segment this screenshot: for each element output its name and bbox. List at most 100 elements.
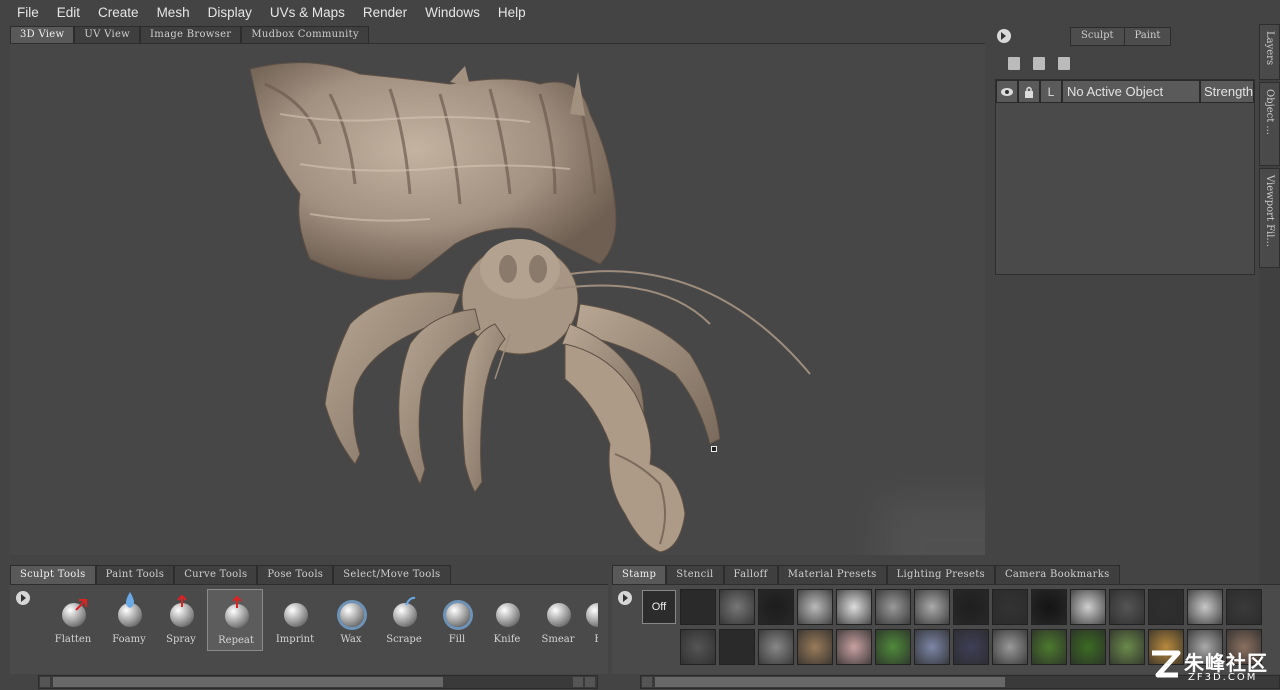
tab-sculpt-tools[interactable]: Sculpt Tools <box>10 565 96 584</box>
scroll-right-icon[interactable] <box>585 677 595 687</box>
stamp-thumbnail[interactable] <box>797 589 833 625</box>
stamp-scroll-left-icon[interactable] <box>642 677 652 687</box>
tools-scrollbar[interactable] <box>38 675 598 689</box>
delete-layer-icon[interactable] <box>1033 57 1045 70</box>
eye-icon[interactable] <box>996 80 1018 103</box>
tool-repeat[interactable]: Repeat <box>207 589 263 651</box>
stamp-thumbnail[interactable] <box>758 589 794 625</box>
tab-stencil[interactable]: Stencil <box>666 565 724 584</box>
sculpt-paint-switch: Sculpt Paint <box>1070 27 1172 46</box>
menu-create[interactable]: Create <box>89 5 148 20</box>
stamp-thumbnail[interactable] <box>1109 589 1145 625</box>
stamp-thumbnail[interactable] <box>992 629 1028 665</box>
collapse-arrow-icon[interactable] <box>997 29 1011 43</box>
stamp-thumbnail[interactable] <box>1226 589 1262 625</box>
tab-image-browser[interactable]: Image Browser <box>140 26 242 43</box>
tab-falloff[interactable]: Falloff <box>723 565 778 584</box>
tab-mudbox-community[interactable]: Mudbox Community <box>241 26 369 43</box>
tab-paint[interactable]: Paint <box>1124 28 1171 45</box>
tab-curve-tools[interactable]: Curve Tools <box>174 565 258 584</box>
tools-scroll-thumb[interactable] <box>53 677 443 687</box>
repeat-accent-icon <box>232 596 242 608</box>
menu-display[interactable]: Display <box>199 5 261 20</box>
tool-scrape-label: Scrape <box>386 634 422 645</box>
stamp-thumbnail[interactable] <box>1031 629 1067 665</box>
sculpt-tools-shelf: Flatten Foamy Spray Repeat Imprint Wax S… <box>10 584 608 674</box>
tool-knife[interactable]: Knife <box>479 589 535 651</box>
tool-spray[interactable]: Spray <box>153 589 209 651</box>
menu-render[interactable]: Render <box>354 5 416 20</box>
tab-camera-bookmarks[interactable]: Camera Bookmarks <box>994 565 1120 584</box>
3d-viewport[interactable] <box>10 43 985 555</box>
stamp-thumbnail[interactable] <box>992 589 1028 625</box>
stamp-thumbnail[interactable] <box>875 629 911 665</box>
stamp-thumbnail[interactable] <box>914 629 950 665</box>
stamp-thumbnail[interactable] <box>953 629 989 665</box>
tool-imprint[interactable]: Imprint <box>267 589 323 651</box>
stamp-off-button[interactable]: Off <box>642 590 676 624</box>
tab-object[interactable]: Object ... <box>1259 82 1280 166</box>
menu-help[interactable]: Help <box>489 5 535 20</box>
stamp-thumbnail[interactable] <box>680 589 716 625</box>
menu-uvs-maps[interactable]: UVs & Maps <box>261 5 354 20</box>
tab-stamp[interactable]: Stamp <box>612 565 667 584</box>
tool-wax[interactable]: Wax <box>323 589 379 651</box>
hermit-crab-model <box>249 62 811 553</box>
stamp-thumbnail[interactable] <box>1031 589 1067 625</box>
tool-scrape[interactable]: Scrape <box>376 589 432 651</box>
menu-file[interactable]: File <box>8 5 48 20</box>
stamp-thumbnail[interactable] <box>914 589 950 625</box>
strength-column[interactable]: Strength <box>1200 80 1254 103</box>
stamp-thumbnail[interactable] <box>953 589 989 625</box>
foamy-accent-icon <box>126 592 134 608</box>
stamp-expand-icon[interactable] <box>618 591 632 605</box>
stamp-thumbnail[interactable] <box>758 629 794 665</box>
stamp-thumbnail[interactable] <box>1109 629 1145 665</box>
stamp-thumbnail[interactable] <box>719 629 755 665</box>
tab-viewport-filters[interactable]: Viewport Fil... <box>1259 168 1280 268</box>
layers-list: L No Active Object Strength <box>995 79 1255 275</box>
scroll-left-icon-2[interactable] <box>573 677 583 687</box>
tab-3d-view[interactable]: 3D View <box>10 26 75 43</box>
tool-b[interactable]: B <box>570 589 598 651</box>
tab-paint-tools[interactable]: Paint Tools <box>95 565 175 584</box>
stamp-thumbnail[interactable] <box>836 589 872 625</box>
scroll-left-icon[interactable] <box>40 677 50 687</box>
tab-sculpt[interactable]: Sculpt <box>1071 28 1125 45</box>
tool-flatten[interactable]: Flatten <box>45 589 101 651</box>
spray-accent-icon <box>177 595 187 607</box>
stamp-thumbnail[interactable] <box>875 589 911 625</box>
stamp-scroll-thumb[interactable] <box>655 677 1005 687</box>
layer-header-row: L No Active Object Strength <box>996 80 1254 103</box>
tab-uv-view[interactable]: UV View <box>74 26 141 43</box>
tab-material-presets[interactable]: Material Presets <box>777 565 887 584</box>
tool-fill[interactable]: Fill <box>429 589 485 651</box>
layer-mask-icon[interactable] <box>1058 57 1070 70</box>
new-layer-icon[interactable] <box>1008 57 1020 70</box>
stamp-thumbnail[interactable] <box>719 589 755 625</box>
stamp-thumbnail[interactable] <box>1148 589 1184 625</box>
shelf-expand-icon[interactable] <box>16 591 30 605</box>
menu-mesh[interactable]: Mesh <box>148 5 199 20</box>
tool-repeat-label: Repeat <box>218 635 254 646</box>
menu-windows[interactable]: Windows <box>416 5 489 20</box>
stamp-thumbnail[interactable] <box>797 629 833 665</box>
tool-foamy[interactable]: Foamy <box>101 589 157 651</box>
stamp-thumbnail[interactable] <box>836 629 872 665</box>
layers-panel: Sculpt Paint L No Active Object Strength <box>990 24 1258 584</box>
stamp-thumbnail[interactable] <box>680 629 716 665</box>
tab-object-label: Object ... <box>1264 89 1275 135</box>
layer-lock-label[interactable]: L <box>1040 80 1062 103</box>
menu-edit[interactable]: Edit <box>48 5 89 20</box>
tool-tabs: Sculpt Tools Paint Tools Curve Tools Pos… <box>10 565 451 584</box>
stamp-thumbnail[interactable] <box>1070 589 1106 625</box>
lock-icon[interactable] <box>1018 80 1040 103</box>
tab-layers-label: Layers <box>1264 31 1275 66</box>
stamp-thumbnail[interactable] <box>1070 629 1106 665</box>
tab-pose-tools[interactable]: Pose Tools <box>257 565 334 584</box>
tool-foamy-label: Foamy <box>112 634 146 645</box>
stamp-thumbnail[interactable] <box>1187 589 1223 625</box>
tab-layers[interactable]: Layers <box>1259 24 1280 80</box>
tab-lighting-presets[interactable]: Lighting Presets <box>886 565 995 584</box>
tab-select-move-tools[interactable]: Select/Move Tools <box>333 565 451 584</box>
